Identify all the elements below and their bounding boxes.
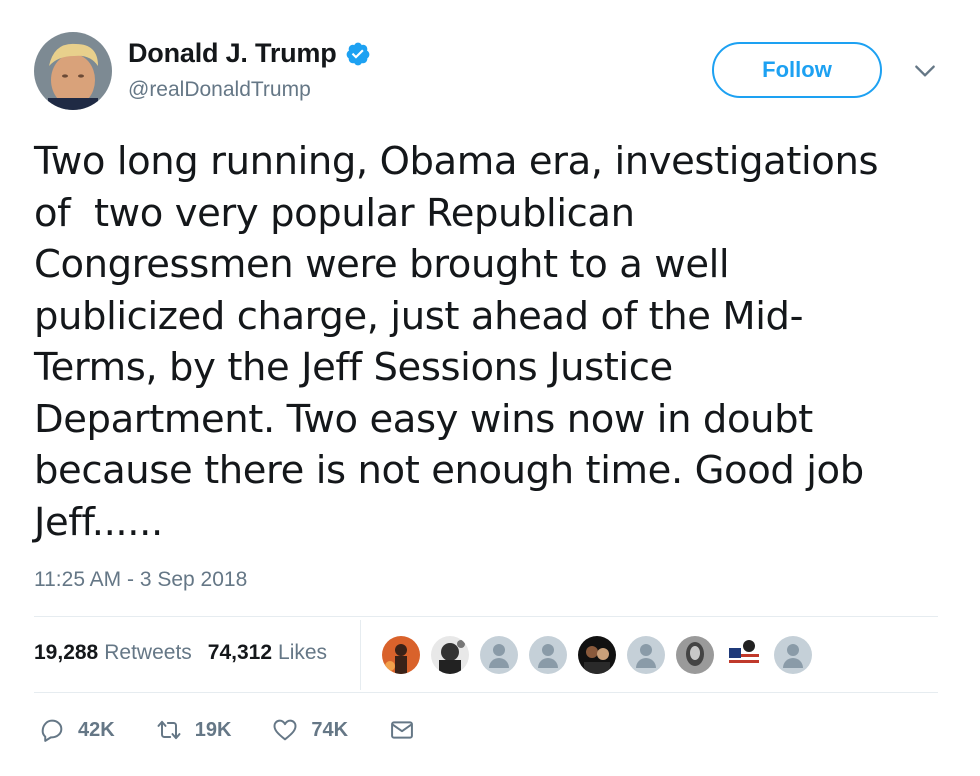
envelope-icon	[391, 721, 414, 739]
tweet-text: Two long running, Obama era, investigati…	[34, 139, 879, 545]
liker-avatar[interactable]	[529, 636, 567, 674]
reply-count: 42K	[78, 718, 115, 741]
tweet-timestamp[interactable]: 11:25 AM - 3 Sep 2018	[34, 568, 247, 592]
likes-stat[interactable]: 74,312 Likes	[208, 641, 327, 665]
liker-avatar[interactable]	[578, 636, 616, 674]
likes-count: 74,312	[207, 641, 273, 664]
avatar-image	[34, 32, 112, 110]
reply-icon	[41, 719, 63, 742]
liker-avatar[interactable]	[774, 636, 812, 674]
divider-top	[34, 616, 938, 617]
like-count: 74K	[311, 718, 349, 741]
heart-icon	[273, 719, 297, 741]
retweet-action[interactable]: 19K	[155, 716, 232, 744]
direct-message-action[interactable]	[388, 716, 416, 744]
liker-avatar[interactable]	[431, 636, 469, 674]
like-action[interactable]: 74K	[271, 716, 348, 744]
liker-avatar[interactable]	[480, 636, 518, 674]
retweet-count: 19K	[194, 718, 232, 741]
reply-action[interactable]: 42K	[38, 716, 115, 744]
divider-bottom	[34, 692, 938, 693]
stats-divider	[360, 620, 361, 690]
liker-avatars	[382, 636, 823, 674]
liker-avatar[interactable]	[382, 636, 420, 674]
author-name-row[interactable]: Donald J. Trump	[128, 38, 371, 69]
retweets-count: 19,288	[34, 641, 99, 664]
avatar[interactable]	[34, 32, 112, 110]
liker-avatar[interactable]	[627, 636, 665, 674]
liker-avatar[interactable]	[676, 636, 714, 674]
author-name[interactable]: Donald J. Trump	[128, 38, 337, 69]
follow-button[interactable]: Follow	[712, 42, 882, 98]
retweet-icon	[157, 720, 181, 740]
liker-avatar[interactable]	[725, 636, 763, 674]
retweets-label: Retweets	[104, 641, 192, 664]
retweets-stat[interactable]: 19,288 Retweets	[34, 641, 192, 665]
likes-label: Likes	[278, 641, 328, 664]
chevron-down-icon[interactable]	[912, 58, 938, 84]
verified-badge-icon	[345, 41, 371, 67]
tweet-stats: 19,288 Retweets 74,312 Likes	[34, 641, 327, 665]
author-handle[interactable]: @realDonaldTrump	[128, 78, 311, 102]
tweet-actions: 42K 19K 74K	[38, 716, 456, 744]
